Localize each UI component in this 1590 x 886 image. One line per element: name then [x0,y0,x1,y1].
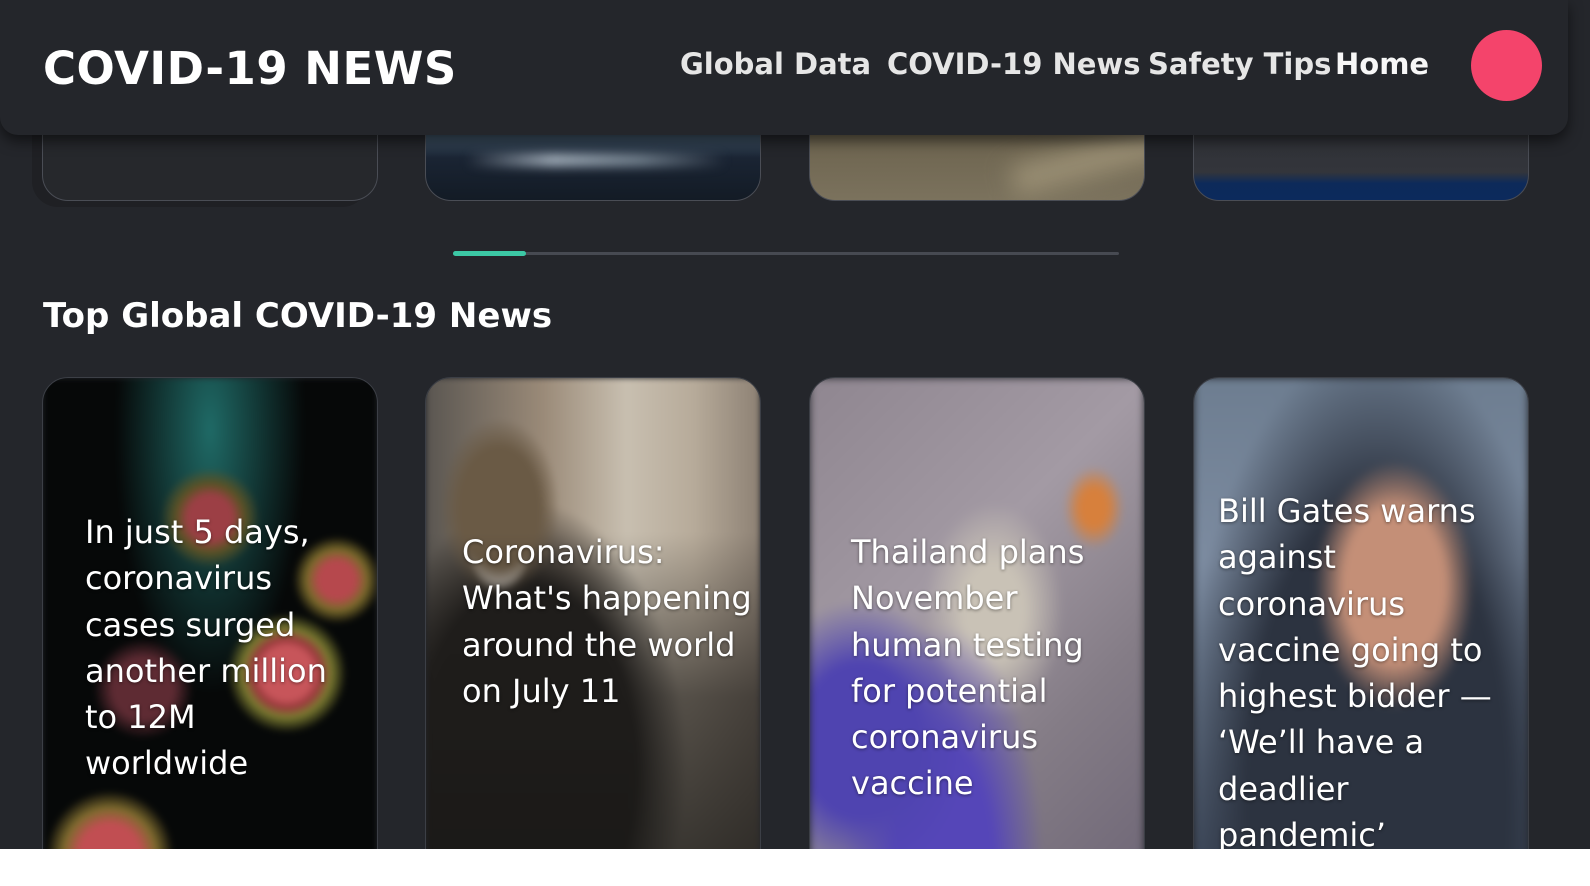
brand-title[interactable]: COVID-19 NEWS [43,42,457,95]
news-headline[interactable]: Bill Gates warns against coronavirus vac… [1218,488,1518,858]
news-headline[interactable]: Thailand plans November human testing fo… [851,529,1131,807]
news-card[interactable]: In just 5 days, coronavirus cases surged… [42,377,378,860]
news-card[interactable]: Bill Gates warns against coronavirus vac… [1193,377,1529,860]
news-card[interactable]: Coronavirus: What's happening around the… [425,377,761,860]
section-title: Top Global COVID-19 News [43,296,553,336]
carousel-scrollbar[interactable] [453,251,1119,256]
bottom-strip [0,849,1590,886]
news-card[interactable]: Thailand plans November human testing fo… [809,377,1145,860]
navbar: COVID-19 NEWS Global Data COVID-19 News … [0,0,1568,135]
nav-home[interactable]: Home [1335,47,1429,81]
nav-global-data[interactable]: Global Data [680,47,871,81]
carousel-scroll-thumb[interactable] [453,251,527,256]
nav-covid-news[interactable]: COVID-19 News [887,47,1140,81]
news-headline[interactable]: In just 5 days, coronavirus cases surged… [85,509,365,787]
card-image [466,153,726,167]
avatar[interactable] [1471,30,1542,101]
page-viewport: COVID-19 NEWS Global Data COVID-19 News … [0,0,1590,860]
nav-safety-tips[interactable]: Safety Tips [1148,47,1331,81]
news-headline[interactable]: Coronavirus: What's happening around the… [462,529,752,714]
